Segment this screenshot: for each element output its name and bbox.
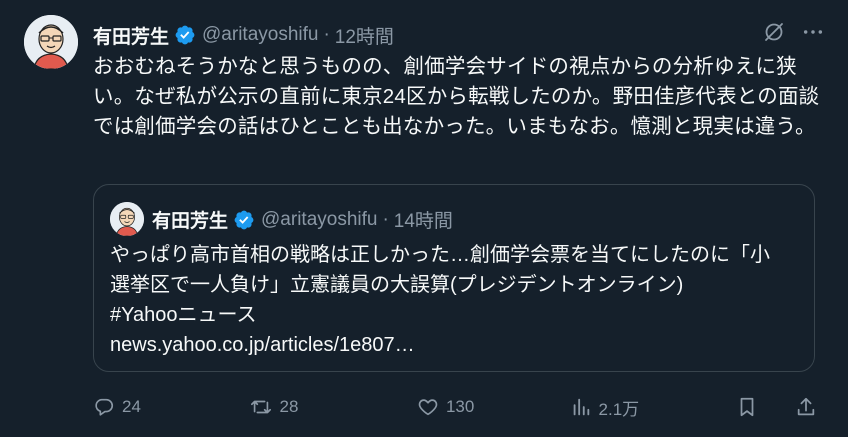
author-name[interactable]: 有田芳生 [93, 22, 169, 49]
avatar-illustration [110, 202, 144, 236]
action-bar: 24 28 130 2.1万 [93, 392, 824, 422]
retweet-button[interactable]: 28 [249, 396, 417, 418]
tweet-text: おおむねそうかなと思うものの、創価学会サイドの視点からの分析ゆえに狭い。なぜ私が… [93, 55, 820, 138]
avatar[interactable] [24, 15, 78, 69]
views-icon [573, 398, 589, 416]
share-icon [797, 397, 815, 416]
quote-header: 有田芳生 @aritayoshifu · 14時間 [152, 206, 453, 233]
retweet-icon [250, 400, 271, 414]
tweet-time[interactable]: 12時間 [335, 22, 394, 49]
quote-author-handle: @aritayoshifu [261, 208, 378, 230]
share-button[interactable] [795, 396, 824, 418]
quote-time: 14時間 [393, 211, 453, 232]
quote-hashtag[interactable]: #Yahooニュース [110, 300, 800, 330]
reply-count: 24 [122, 397, 141, 416]
avatar-illustration [24, 15, 78, 69]
tweet-header: 有田芳生 @aritayoshifu · 12時間 [93, 22, 394, 48]
author-handle[interactable]: @aritayoshifu [202, 24, 318, 46]
like-count: 130 [445, 397, 475, 416]
heart-icon [418, 399, 438, 416]
quote-author-name: 有田芳生 [152, 211, 229, 232]
bookmark-icon [740, 397, 754, 417]
more-icon[interactable] [802, 21, 824, 43]
views-count: 2.1万 [598, 399, 640, 419]
verified-badge-icon [175, 25, 195, 45]
quote-link[interactable]: news.yahoo.co.jp/articles/1e807… [110, 330, 800, 360]
top-actions [762, 20, 824, 44]
grok-icon[interactable] [762, 20, 786, 44]
views-button[interactable]: 2.1万 [570, 395, 736, 420]
separator-dot: · [323, 24, 330, 45]
quoted-tweet[interactable]: 有田芳生 @aritayoshifu · 14時間 やっぱり高市首相の戦略は正し… [93, 184, 815, 372]
quote-avatar [110, 202, 144, 236]
quote-line: 選挙区で一人負け」立憲議員の大誤算(プレジデントオンライン) [110, 274, 684, 296]
quote-text: やっぱり高市首相の戦略は正しかった…創価学会票を当てにしたのに「小 選挙区で一人… [110, 240, 800, 360]
bookmark-button[interactable] [736, 396, 765, 418]
separator-dot: · [382, 208, 389, 230]
reply-icon [95, 398, 114, 416]
reply-button[interactable]: 24 [93, 396, 249, 418]
retweet-count: 28 [279, 397, 299, 416]
quote-line: やっぱり高市首相の戦略は正しかった…創価学会票を当てにしたのに「小 [110, 244, 770, 266]
like-button[interactable]: 130 [417, 396, 570, 418]
verified-badge-icon [234, 210, 254, 229]
